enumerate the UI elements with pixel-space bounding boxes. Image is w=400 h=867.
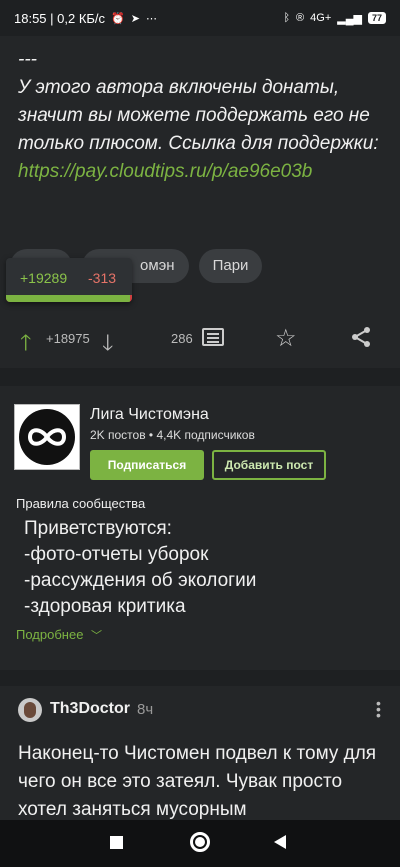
rules-title: Правила сообщества	[16, 496, 146, 511]
donation-link[interactable]: https://pay.cloudtips.ru/p/ae96e03b	[18, 158, 388, 186]
rating-popup: +19289 -313	[6, 258, 132, 302]
avatar[interactable]	[18, 698, 42, 722]
rating-plus: +19289	[20, 270, 68, 286]
comments-count: 286	[171, 331, 193, 346]
network-type: 4G+	[310, 12, 332, 24]
comment-time: 8ч	[137, 701, 154, 718]
downvote-icon[interactable]: 🡓	[102, 326, 113, 364]
share-icon[interactable]	[350, 326, 372, 348]
upvote-icon[interactable]: 🡑	[20, 326, 31, 364]
rating-bar-positive	[6, 295, 130, 302]
community-logo[interactable]	[14, 404, 80, 470]
status-bar: 18:55 | 0,2 КБ/с ⏰ ➤ ⋯ ᛒ ® 4G+ ▂▄▆ 77	[0, 0, 400, 36]
bluetooth-icon: ᛒ	[283, 12, 291, 24]
more-link[interactable]: Подробнее ﹀	[16, 627, 102, 643]
recent-apps-icon[interactable]	[110, 836, 123, 849]
post-separator: ---	[18, 49, 37, 70]
community-card: Лига Чистомэна 2K постов • 4,4K подписчи…	[0, 386, 400, 670]
infinity-icon	[19, 409, 75, 465]
post-card: --- У этого автора включены донаты, знач…	[0, 36, 400, 368]
registered-icon: ®	[296, 12, 305, 24]
status-time: 18:55 | 0,2 КБ/с	[14, 10, 106, 26]
comment-author[interactable]: Th3Doctor	[50, 700, 130, 718]
rules-line: -фото-отчеты уборок	[24, 544, 209, 565]
comment-text: Наконец-то Чистомен подвел к тому для че…	[18, 743, 377, 820]
tag-item[interactable]: Пари	[198, 249, 263, 283]
community-stats: 2K постов • 4,4K подписчиков	[90, 428, 255, 442]
rating-bar	[6, 295, 132, 302]
chevron-down-icon: ﹀	[91, 630, 103, 642]
post-actions: 🡑 +18975 🡓 286 ☆	[0, 322, 400, 356]
post-score: +18975	[46, 331, 90, 346]
add-post-button[interactable]: Добавить пост	[212, 450, 326, 480]
comment-card: Th3Doctor 8ч • • • Наконец-то Чистомен под…	[0, 686, 400, 820]
telegram-icon: ➤	[130, 12, 140, 25]
back-icon[interactable]	[274, 835, 286, 849]
more-label: Подробнее	[16, 627, 84, 642]
subscribe-button[interactable]: Подписаться	[90, 450, 204, 480]
alarm-icon: ⏰	[111, 12, 125, 25]
home-icon[interactable]	[190, 832, 210, 852]
more-vertical-icon[interactable]: • • •	[376, 696, 381, 722]
rules-text: Приветствуются: -фото-отчеты уборок -рас…	[24, 516, 256, 620]
signal-icon: ▂▄▆	[337, 12, 362, 25]
comments-icon[interactable]	[202, 328, 224, 346]
rules-line: Приветствуются:	[24, 518, 172, 539]
rating-minus: -313	[88, 270, 117, 286]
battery-icon: 77	[367, 12, 386, 24]
system-nav-bar	[0, 820, 400, 867]
save-star-icon[interactable]: ☆	[275, 324, 297, 353]
post-donation-text: У этого автора включены донаты, значит в…	[18, 77, 379, 154]
more-notifications-icon: ⋯	[145, 12, 157, 25]
post-body: --- У этого автора включены донаты, знач…	[18, 46, 388, 186]
rules-line: -здоровая критика	[24, 596, 186, 617]
rules-line: -рассуждения об экологии	[24, 570, 257, 591]
community-name[interactable]: Лига Чистомэна	[90, 406, 209, 424]
